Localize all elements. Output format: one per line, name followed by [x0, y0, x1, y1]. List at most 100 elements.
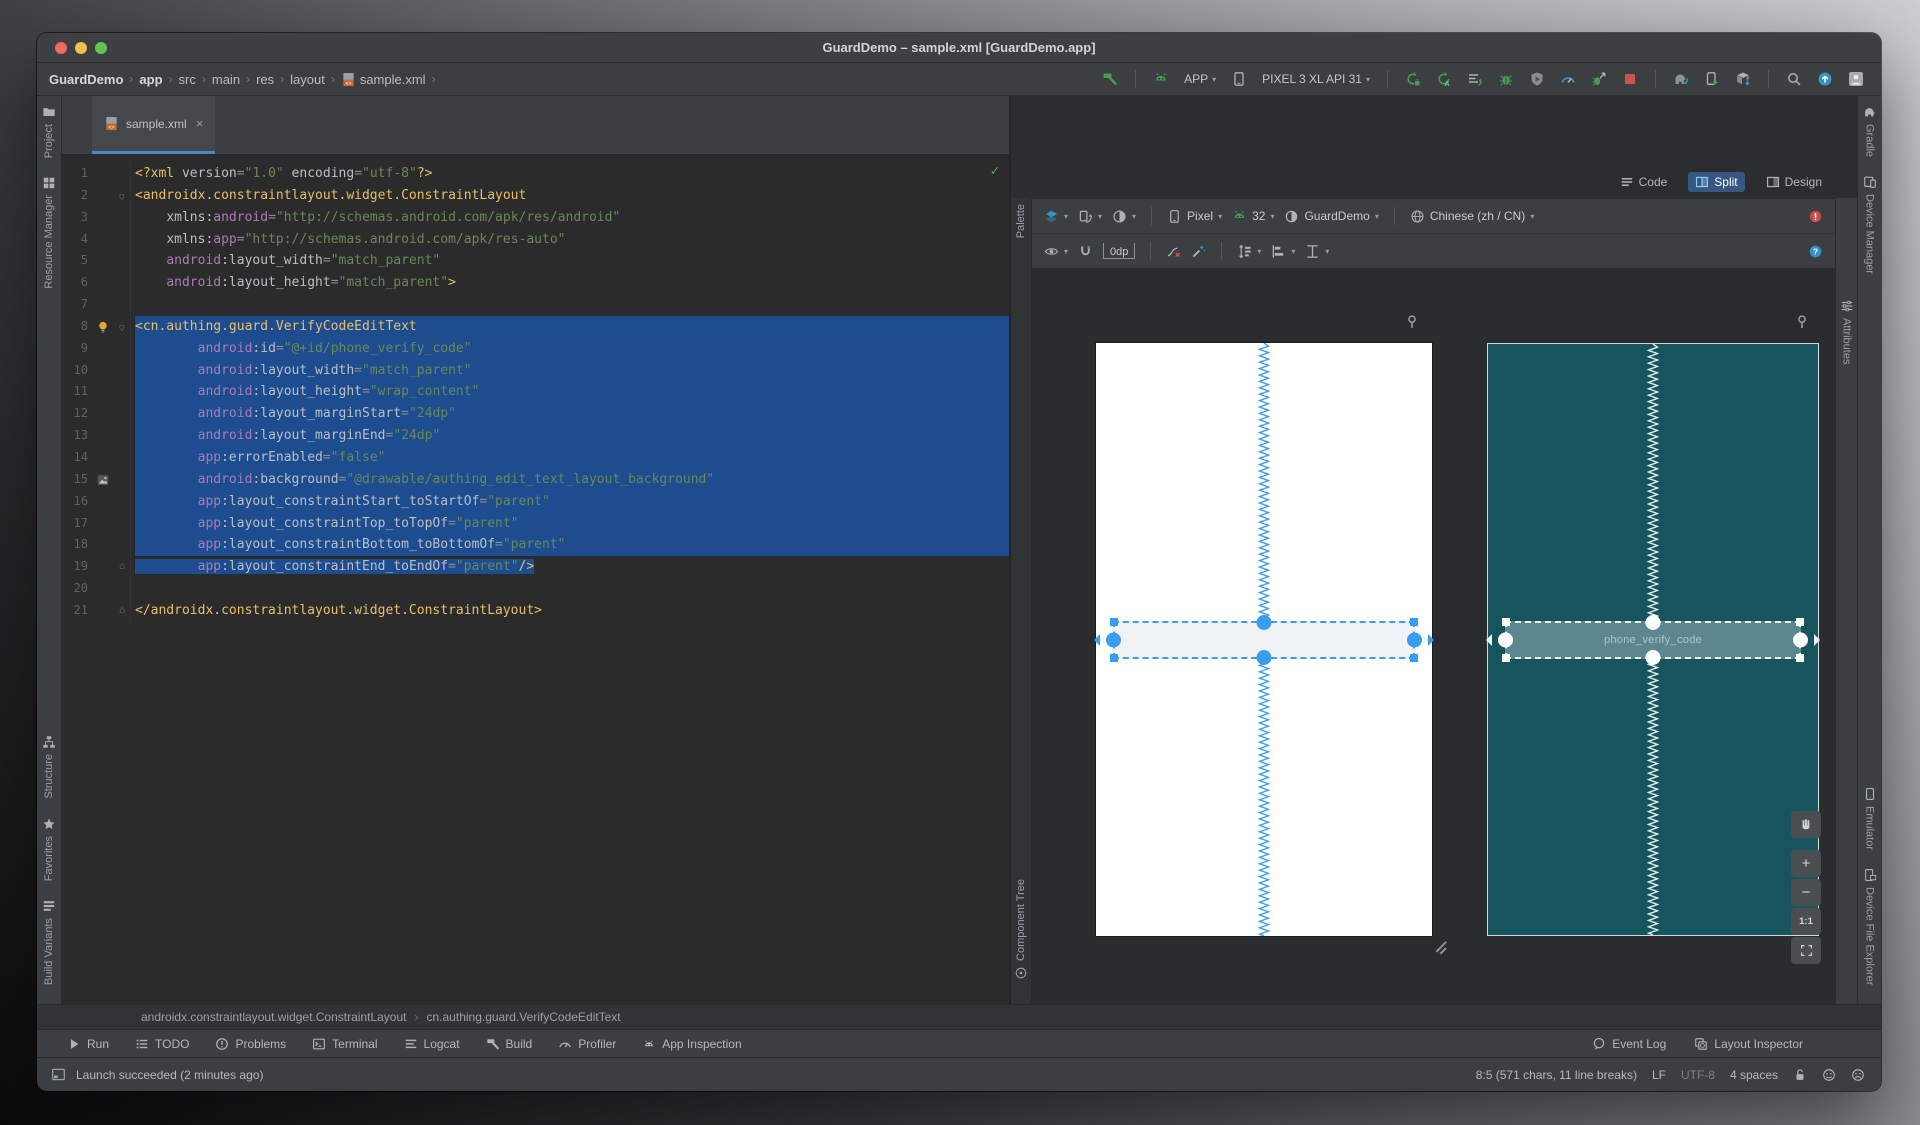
- constraint-anchor-r[interactable]: [1407, 632, 1422, 647]
- orientation-select[interactable]: ▾: [1078, 209, 1102, 224]
- view-options-button[interactable]: ▾: [1044, 244, 1068, 259]
- code-line-17[interactable]: 17 app:layout_constraintTop_toTopOf="par…: [62, 512, 1009, 535]
- editor-mode-code[interactable]: Code: [1613, 172, 1675, 192]
- code-line-3[interactable]: 3 xmlns:android="http://schemas.android.…: [62, 206, 1009, 229]
- lock-icon[interactable]: [1793, 1068, 1807, 1082]
- profile-lines-button[interactable]: [1464, 69, 1486, 89]
- toolwindow-button-terminal[interactable]: Terminal: [312, 1037, 378, 1051]
- breadcrumb-guarddemo[interactable]: GuardDemo: [49, 72, 123, 87]
- code-line-15[interactable]: 15 android:background="@drawable/authing…: [62, 468, 1009, 491]
- run-configuration-select[interactable]: APP ▾: [1181, 70, 1219, 88]
- fold-marker-icon[interactable]: ⌂: [114, 599, 131, 622]
- sdk-manager-button[interactable]: [1732, 69, 1754, 89]
- sidebar-item-device-file-explorer[interactable]: Device File Explorer: [1863, 859, 1877, 994]
- code-line-4[interactable]: 4 xmlns:app="http://schemas.android.com/…: [62, 228, 1009, 251]
- android-logo[interactable]: [1150, 69, 1172, 89]
- verify-code-widget-blueprint[interactable]: phone_verify_code: [1486, 614, 1820, 665]
- zoom-out-button[interactable]: −: [1791, 879, 1821, 906]
- breadcrumb-res[interactable]: res: [256, 72, 274, 87]
- pan-tool-button[interactable]: [1791, 811, 1821, 838]
- fold-marker-icon[interactable]: ⌂: [114, 315, 131, 338]
- close-tab-icon[interactable]: ×: [196, 116, 204, 131]
- constraint-anchor-t[interactable]: [1256, 614, 1272, 630]
- selection-handle-bl[interactable]: [1502, 653, 1510, 662]
- blueprint-view-phone[interactable]: phone_verify_code: [1486, 343, 1820, 936]
- distribute-button[interactable]: ▾: [1305, 244, 1329, 259]
- zoom-in-button[interactable]: +: [1791, 850, 1821, 877]
- toolwindow-button-app-inspection[interactable]: App Inspection: [642, 1037, 742, 1051]
- help-button[interactable]: ?: [1808, 244, 1823, 259]
- code-line-6[interactable]: 6 android:layout_height="match_parent">: [62, 272, 1009, 295]
- xml-breadcrumb-item[interactable]: androidx.constraintlayout.widget.Constra…: [141, 1010, 407, 1024]
- code-line-14[interactable]: 14 app:errorEnabled="false": [62, 446, 1009, 469]
- selection-handle-tl[interactable]: [1110, 617, 1118, 626]
- design-view-phone[interactable]: [1094, 343, 1434, 936]
- code-line-12[interactable]: 12 android:layout_marginStart="24dp": [62, 403, 1009, 426]
- toolwindow-button-profiler[interactable]: Profiler: [558, 1037, 616, 1051]
- tab-sample-xml[interactable]: <> sample.xml ×: [92, 96, 216, 154]
- caret-position[interactable]: 8:5 (571 chars, 11 line breaks): [1476, 1068, 1637, 1082]
- selection-handle-br[interactable]: [1796, 653, 1804, 662]
- xml-breadcrumb-item[interactable]: cn.authing.guard.VerifyCodeEditText: [427, 1010, 621, 1024]
- line-separator-indicator[interactable]: LF: [1652, 1068, 1666, 1082]
- rerun-button[interactable]: [1402, 69, 1424, 89]
- sidebar-item-favorites[interactable]: Favorites: [42, 808, 56, 890]
- attributes-tab[interactable]: Attributes: [1840, 290, 1854, 373]
- fold-marker-icon[interactable]: ⌂: [114, 556, 131, 579]
- code-line-9[interactable]: 9 android:id="@+id/phone_verify_code": [62, 337, 1009, 360]
- constraint-anchor-b[interactable]: [1256, 649, 1272, 665]
- code-line-7[interactable]: 7: [62, 294, 1009, 316]
- code-line-8[interactable]: 8 ⌂ <cn.authing.guard.VerifyCodeEditText: [62, 315, 1009, 338]
- apply-code-changes-button[interactable]: A: [1433, 69, 1455, 89]
- toolwindow-button-event-log[interactable]: Event Log: [1592, 1037, 1666, 1051]
- feedback-frown-icon[interactable]: [1851, 1068, 1865, 1082]
- autoconnect-toggle[interactable]: [1078, 244, 1093, 259]
- verify-code-widget[interactable]: [1094, 614, 1434, 665]
- sync-gradle-button[interactable]: [1670, 69, 1692, 89]
- device-select[interactable]: Pixel ▾: [1167, 209, 1222, 224]
- stop-button[interactable]: [1619, 69, 1641, 89]
- search-everywhere-button[interactable]: [1783, 69, 1805, 89]
- toolwindow-button-problems[interactable]: Problems: [215, 1037, 286, 1051]
- selection-handle-tr[interactable]: [1796, 617, 1804, 626]
- sidebar-item-build-variants[interactable]: Build Variants: [42, 890, 56, 994]
- locale-select[interactable]: Chinese (zh / CN) ▾: [1410, 209, 1534, 224]
- code-line-2[interactable]: 2 ⌂ <androidx.constraintlayout.widget.Cons…: [62, 184, 1009, 207]
- default-margin-select[interactable]: 0dp: [1103, 243, 1136, 259]
- selection-handle-bl[interactable]: [1110, 653, 1118, 662]
- night-mode-select[interactable]: ▾: [1112, 209, 1136, 224]
- selection-handle-br[interactable]: [1410, 653, 1418, 662]
- constraint-anchor-t[interactable]: [1645, 614, 1661, 630]
- breadcrumb-layout[interactable]: layout: [290, 72, 325, 87]
- tool-window-toggle-icon[interactable]: [51, 1067, 66, 1082]
- indent-indicator[interactable]: 4 spaces: [1730, 1068, 1778, 1082]
- constraint-anchor-b[interactable]: [1645, 649, 1661, 665]
- device-icon-button[interactable]: [1228, 69, 1250, 89]
- ide-update-button[interactable]: [1814, 69, 1836, 89]
- editor-mode-design[interactable]: Design: [1759, 172, 1829, 192]
- feedback-smile-icon[interactable]: [1822, 1068, 1836, 1082]
- code-line-20[interactable]: 20: [62, 578, 1009, 600]
- code-line-13[interactable]: 13 android:layout_marginEnd="24dp": [62, 425, 1009, 447]
- build-project-button[interactable]: [1099, 69, 1121, 89]
- canvas-resize-handle[interactable]: [1434, 940, 1448, 954]
- component-tree-tab[interactable]: Component Tree: [1014, 873, 1028, 986]
- code-line-10[interactable]: 10 android:layout_width="match_parent": [62, 359, 1009, 382]
- code-line-18[interactable]: 18 app:layout_constraintBottom_toBottomO…: [62, 534, 1009, 557]
- align-button[interactable]: ▾: [1271, 244, 1295, 259]
- fold-marker-icon[interactable]: ⌂: [114, 184, 131, 207]
- code-line-5[interactable]: 5 android:layout_width="match_parent": [62, 250, 1009, 273]
- selection-handle-tl[interactable]: [1502, 617, 1510, 626]
- design-canvas[interactable]: phone_verify_code + − 1:1: [1032, 268, 1835, 1004]
- sidebar-item-emulator[interactable]: Emulator: [1863, 778, 1877, 859]
- component-tree-handle-icon[interactable]: [1014, 966, 1028, 980]
- breadcrumb-sample-xml[interactable]: <> sample.xml: [341, 72, 426, 87]
- clear-constraints-button[interactable]: [1166, 244, 1181, 259]
- sidebar-item-gradle[interactable]: Gradle: [1863, 96, 1877, 166]
- run-coverage-button[interactable]: [1526, 69, 1548, 89]
- selection-handle-tr[interactable]: [1410, 617, 1418, 626]
- breadcrumb-src[interactable]: src: [179, 72, 196, 87]
- constraint-anchor-r[interactable]: [1793, 632, 1808, 647]
- constraint-anchor-l[interactable]: [1106, 632, 1121, 647]
- code-line-16[interactable]: 16 app:layout_constraintStart_toStartOf=…: [62, 490, 1009, 513]
